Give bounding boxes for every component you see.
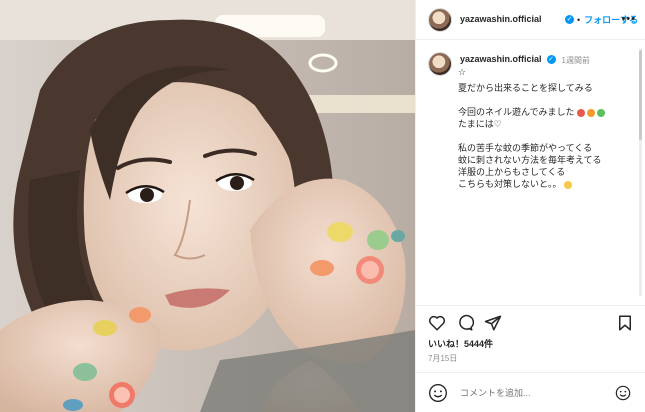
likes-count[interactable]: いいね！5444件 <box>428 337 493 350</box>
instagram-post: yazawashin.official ✓ • フォローする ••• yazaw… <box>0 0 645 412</box>
action-bar <box>416 305 645 340</box>
avatar[interactable] <box>428 7 452 32</box>
heart-icon[interactable] <box>428 314 446 332</box>
caption-text: ☆ 夏だから出来ることを探してみる 今回のネイル遊んでみました たまには♡ 私の… <box>458 66 638 202</box>
scrollbar-thumb[interactable] <box>639 50 642 140</box>
share-icon[interactable] <box>484 314 502 332</box>
melon-emoji-icon <box>596 108 605 117</box>
caption-line: たまには♡ <box>458 119 502 129</box>
caption: yazawashin.official ✓ 1週間前 ☆ 夏だから出来ることを探… <box>428 52 638 189</box>
caption-username[interactable]: yazawashin.official <box>460 54 542 64</box>
post-header: yazawashin.official ✓ • フォローする ••• <box>416 0 645 40</box>
caption-line: 夏だから出来ることを探してみる <box>458 83 593 93</box>
comment-box <box>416 372 645 412</box>
post-photo[interactable] <box>0 0 415 412</box>
more-icon[interactable]: ••• <box>621 13 636 25</box>
caption-avatar[interactable] <box>428 52 452 76</box>
sunglasses-emoji-icon <box>563 180 572 189</box>
caption-line: 洋服の上からもさしてくる <box>458 167 566 177</box>
caption-line-text: こちらも対策しないと。。 <box>458 179 562 189</box>
verified-icon: ✓ <box>565 15 574 24</box>
comment-icon[interactable] <box>456 314 474 332</box>
dot-separator: • <box>577 14 581 25</box>
post-sidebar: yazawashin.official ✓ • フォローする ••• yazaw… <box>415 0 645 412</box>
watermelon-emoji-icon <box>576 108 585 117</box>
emoji-picker-icon[interactable] <box>615 385 631 401</box>
header-username[interactable]: yazawashin.official <box>460 14 560 25</box>
time-ago[interactable]: 1週間前 <box>562 55 590 66</box>
orange-emoji-icon <box>586 108 595 117</box>
selfie-image <box>0 0 415 412</box>
bookmark-icon[interactable] <box>616 314 634 332</box>
comment-input[interactable] <box>458 386 612 399</box>
caption-line: 蚊に刺されない方法を毎年考えてる <box>458 155 602 165</box>
emoji-icon[interactable] <box>428 383 448 403</box>
caption-line: 私の苦手な蚊の季節がやってくる <box>458 143 593 153</box>
verified-icon: ✓ <box>546 55 556 64</box>
caption-line-text: 今回のネイル遊んでみました <box>458 107 575 117</box>
caption-line: 今回のネイル遊んでみました <box>458 106 638 118</box>
post-date[interactable]: 7月15日 <box>428 353 457 364</box>
caption-line: ☆ <box>458 67 467 77</box>
caption-line: こちらも対策しないと。。 <box>458 178 638 190</box>
